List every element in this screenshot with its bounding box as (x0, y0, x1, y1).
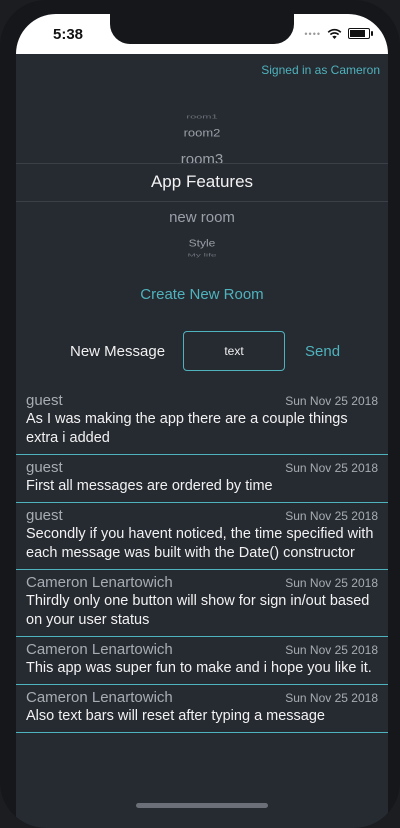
message-item: Cameron Lenartowich Sun Nov 25 2018 Also… (16, 685, 388, 733)
message-item: guest Sun Nov 25 2018 As I was making th… (16, 388, 388, 455)
message-date: Sun Nov 25 2018 (285, 509, 378, 523)
message-date: Sun Nov 25 2018 (285, 394, 378, 408)
wifi-icon (327, 28, 342, 39)
app-screen: 5:38 •••• Signed in as Cameron room1 roo… (16, 14, 388, 828)
message-author: guest (26, 507, 63, 524)
message-date: Sun Nov 25 2018 (285, 643, 378, 657)
send-button[interactable]: Send (305, 343, 340, 360)
battery-icon (348, 28, 373, 39)
signed-in-label: Signed in as Cameron (261, 63, 380, 77)
message-text: This app was super fun to make and i hop… (26, 660, 372, 676)
picker-row[interactable]: room1 (16, 114, 388, 120)
picker-row[interactable]: room2 (16, 126, 388, 139)
create-room-button[interactable]: Create New Room (16, 286, 388, 303)
phone-frame: 5:38 •••• Signed in as Cameron room1 roo… (0, 0, 400, 828)
new-message-label: New Message (70, 343, 166, 360)
message-author: Cameron Lenartowich (26, 574, 173, 591)
picker-row[interactable]: Style (16, 237, 388, 249)
home-indicator[interactable] (136, 803, 268, 808)
notch (110, 14, 294, 44)
message-date: Sun Nov 25 2018 (285, 691, 378, 705)
picker-row[interactable]: My life (16, 253, 388, 258)
message-date: Sun Nov 25 2018 (285, 576, 378, 590)
message-text: First all messages are ordered by time (26, 478, 273, 494)
message-author: Cameron Lenartowich (26, 641, 173, 658)
message-item: guest Sun Nov 25 2018 First all messages… (16, 455, 388, 503)
message-author: guest (26, 392, 63, 409)
message-author: guest (26, 459, 63, 476)
picker-selected-row[interactable]: App Features (16, 172, 388, 192)
signal-icon: •••• (304, 28, 321, 39)
message-text: Also text bars will reset after typing a… (26, 708, 325, 724)
message-date: Sun Nov 25 2018 (285, 461, 378, 475)
message-text: Thirdly only one button will show for si… (26, 593, 370, 628)
message-input[interactable] (183, 331, 285, 371)
picker-row[interactable]: new room (16, 209, 388, 226)
message-list[interactable]: guest Sun Nov 25 2018 As I was making th… (16, 388, 388, 733)
status-bar: 5:38 •••• (16, 14, 388, 54)
status-icons: •••• (304, 28, 373, 39)
message-author: Cameron Lenartowich (26, 689, 173, 706)
message-item: guest Sun Nov 25 2018 Secondly if you ha… (16, 503, 388, 570)
status-time: 5:38 (53, 26, 84, 43)
message-text: As I was making the app there are a coup… (26, 411, 348, 446)
message-item: Cameron Lenartowich Sun Nov 25 2018 This… (16, 637, 388, 685)
message-text: Secondly if you havent noticed, the time… (26, 526, 374, 561)
message-item: Cameron Lenartowich Sun Nov 25 2018 Thir… (16, 570, 388, 637)
